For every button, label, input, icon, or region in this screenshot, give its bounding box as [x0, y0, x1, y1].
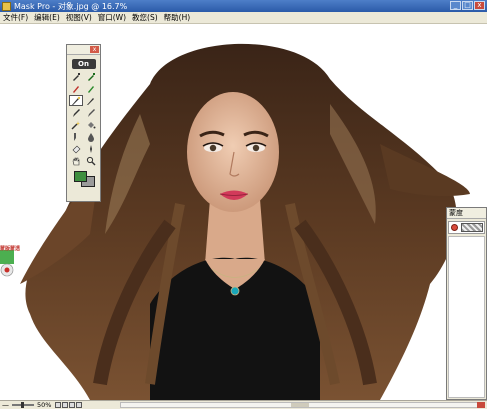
- magic-pen-icon[interactable]: [69, 107, 83, 118]
- minimize-button[interactable]: _: [450, 1, 461, 10]
- zoom-slider-knob[interactable]: [21, 402, 24, 408]
- menu-view[interactable]: 视图(V): [63, 12, 95, 23]
- magic-brush-icon[interactable]: [69, 95, 83, 106]
- drop-highlighter-icon[interactable]: [69, 83, 83, 94]
- mask-view-icon[interactable]: [62, 402, 69, 408]
- menu-help[interactable]: 帮助(H): [161, 12, 194, 23]
- zoom-slider[interactable]: [12, 402, 34, 408]
- title-bar: Mask Pro - 对象.jpg @ 16.7% _ □ x: [0, 0, 487, 12]
- layers-list-area: [448, 236, 485, 398]
- brush-icon[interactable]: [84, 95, 98, 106]
- tool-palette-close-button[interactable]: x: [90, 46, 99, 53]
- close-button[interactable]: x: [474, 1, 485, 10]
- maximize-button[interactable]: □: [462, 1, 473, 10]
- magic-wand-icon[interactable]: [69, 119, 83, 130]
- eraser-icon[interactable]: [69, 143, 83, 154]
- window-title: Mask Pro - 对象.jpg @ 16.7%: [14, 1, 128, 11]
- edge-fragment-label: 蒙版蒙透: [0, 246, 21, 252]
- tool-palette-titlebar[interactable]: x: [67, 45, 100, 55]
- menu-file[interactable]: 文件(F): [0, 12, 31, 23]
- blur-icon[interactable]: [84, 131, 98, 142]
- keep-highlighter-icon[interactable]: [84, 83, 98, 94]
- layer-visibility-icon[interactable]: [451, 224, 458, 231]
- layers-panel-title: 蒙度: [447, 208, 486, 219]
- foreground-color-swatch[interactable]: [73, 171, 87, 182]
- chisel-icon[interactable]: [69, 131, 83, 142]
- view-mode-icon[interactable]: [55, 402, 62, 408]
- zoom-out-button[interactable]: —: [2, 401, 9, 409]
- mask-pro-logo: On: [71, 59, 96, 69]
- pen-icon[interactable]: [84, 107, 98, 118]
- horizontal-scrollbar[interactable]: [120, 402, 480, 408]
- zoom-icon[interactable]: [84, 155, 98, 166]
- color-swatches[interactable]: [72, 169, 96, 187]
- tool-grid: [67, 71, 100, 166]
- tool-palette: x On: [66, 44, 101, 202]
- hand-icon[interactable]: [69, 155, 83, 166]
- status-bar: — 50%: [0, 400, 487, 409]
- horizontal-scrollbar-thumb[interactable]: [291, 403, 309, 407]
- fill-icon[interactable]: [84, 119, 98, 130]
- window-controls: _ □ x: [450, 1, 485, 10]
- fit-window-icon[interactable]: [76, 402, 83, 408]
- dropper-icon[interactable]: [84, 143, 98, 154]
- menu-tutorial[interactable]: 教您(S): [129, 12, 161, 23]
- status-indicator-icon: [477, 402, 485, 408]
- layers-panel: 蒙度: [446, 207, 487, 400]
- drop-eyedropper-icon[interactable]: [69, 71, 83, 82]
- keep-eyedropper-icon[interactable]: [84, 71, 98, 82]
- menu-bar: 文件(F) 编辑(E) 视图(V) 窗口(W) 教您(S) 帮助(H): [0, 12, 487, 24]
- layer-row[interactable]: [448, 221, 485, 234]
- preview-icon[interactable]: [69, 402, 76, 408]
- layer-thumbnail: [461, 223, 483, 232]
- menu-window[interactable]: 窗口(W): [95, 12, 129, 23]
- app-icon: [2, 1, 11, 11]
- menu-edit[interactable]: 编辑(E): [31, 12, 63, 23]
- zoom-level: 50%: [37, 401, 52, 409]
